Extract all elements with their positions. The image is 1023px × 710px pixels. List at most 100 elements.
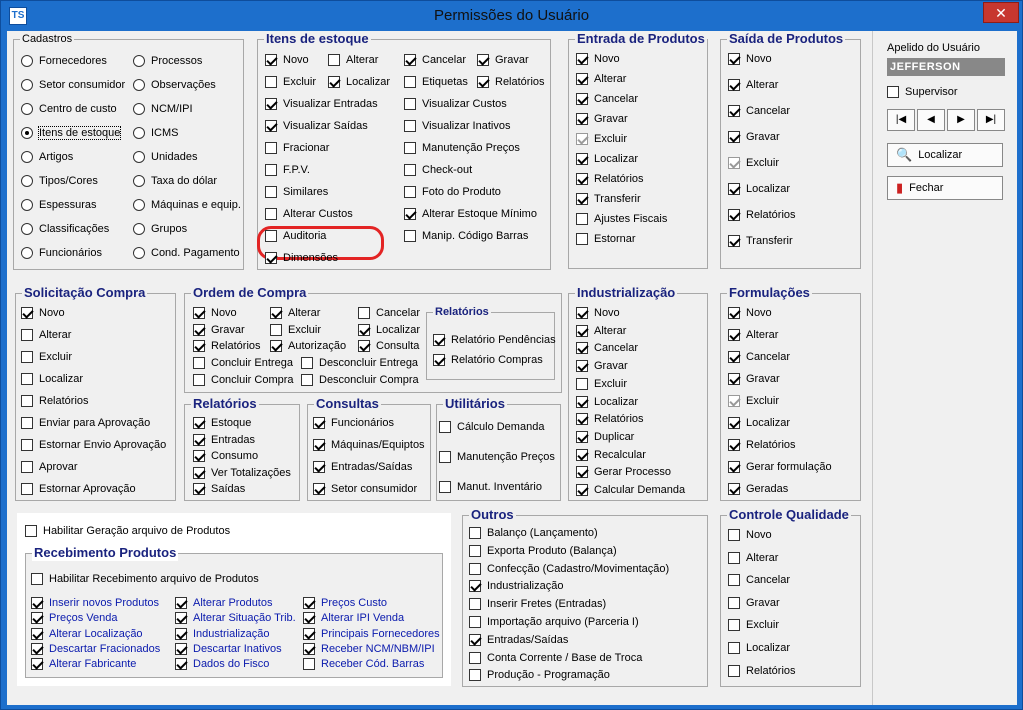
controle-qualidade-option[interactable]: Cancelar (728, 572, 790, 588)
checkbox[interactable] (728, 307, 740, 319)
checkbox[interactable] (21, 395, 33, 407)
radio-button[interactable] (133, 55, 145, 67)
checkbox[interactable] (358, 323, 370, 336)
checkbox[interactable] (576, 360, 588, 373)
close-button[interactable]: ✕ (983, 2, 1019, 23)
checkbox[interactable] (576, 233, 588, 245)
checkbox[interactable] (193, 466, 205, 479)
checkbox[interactable] (404, 208, 416, 220)
checkbox[interactable] (728, 395, 740, 407)
checkbox[interactable] (21, 373, 33, 385)
entrada-option[interactable]: Localizar (576, 151, 638, 167)
radio-button[interactable] (21, 127, 33, 139)
industrializacao-option[interactable]: Duplicar (576, 429, 634, 445)
consultas-option[interactable]: Funcionários (313, 415, 394, 431)
checkbox[interactable] (193, 433, 205, 446)
radio-button[interactable] (133, 103, 145, 115)
checkbox[interactable] (439, 481, 451, 493)
solicitacao-option[interactable]: Excluir (21, 349, 72, 365)
checkbox[interactable] (265, 164, 277, 176)
controle-qualidade-option[interactable]: Excluir (728, 617, 779, 633)
checkbox[interactable] (469, 562, 481, 575)
cadastros-option[interactable]: Processos (133, 53, 202, 69)
checkbox[interactable] (576, 413, 588, 426)
checkbox[interactable] (25, 525, 37, 537)
cadastros-option[interactable]: Classificações (21, 221, 109, 237)
checkbox[interactable] (887, 86, 899, 98)
industrializacao-option[interactable]: Cancelar (576, 340, 638, 356)
checkbox[interactable] (728, 642, 740, 654)
formulacoes-option[interactable]: Alterar (728, 327, 778, 343)
checkbox[interactable] (265, 208, 277, 220)
checkbox[interactable] (193, 417, 205, 429)
industrializacao-option[interactable]: Novo (576, 305, 620, 321)
itens-estoque-option[interactable]: Alterar Custos (265, 206, 353, 222)
entrada-option[interactable]: Novo (576, 51, 620, 67)
checkbox[interactable] (576, 395, 588, 408)
checkbox[interactable] (358, 307, 370, 319)
checkbox[interactable] (728, 105, 740, 117)
habilitar-recebimento-checkbox[interactable]: Habilitar Recebimento arquivo de Produto… (31, 571, 259, 587)
checkbox[interactable] (477, 76, 489, 88)
checkbox[interactable] (21, 329, 33, 341)
radio-button[interactable] (21, 247, 33, 259)
relatorios-option[interactable]: Consumo (193, 448, 258, 464)
ordem-compra-option[interactable]: Consulta (358, 338, 419, 354)
checkbox[interactable] (576, 342, 588, 355)
checkbox[interactable] (303, 658, 315, 671)
radio-button[interactable] (133, 247, 145, 259)
ordem-compra-option[interactable]: Autorização (270, 338, 346, 354)
controle-qualidade-option[interactable]: Gravar (728, 595, 780, 611)
solicitacao-option[interactable]: Localizar (21, 371, 83, 387)
checkbox[interactable] (265, 230, 277, 242)
ordem-compra-option[interactable]: Excluir (270, 322, 321, 338)
formulacoes-option[interactable]: Geradas (728, 481, 788, 497)
checkbox[interactable] (576, 133, 588, 145)
cadastros-option[interactable]: Itens de estoque (21, 125, 122, 141)
recebimento-option[interactable]: Descartar Fracionados (31, 641, 160, 657)
solicitacao-option[interactable]: Alterar (21, 327, 71, 343)
checkbox[interactable] (21, 439, 33, 451)
cadastros-option[interactable]: Artigos (21, 149, 73, 165)
itens-estoque-option[interactable]: Visualizar Saídas (265, 118, 368, 134)
checkbox[interactable] (728, 79, 740, 91)
formulacoes-option[interactable]: Localizar (728, 415, 790, 431)
checkbox[interactable] (193, 307, 205, 319)
checkbox[interactable] (728, 574, 740, 587)
industrializacao-option[interactable]: Calcular Demanda (576, 482, 685, 498)
solicitacao-option[interactable]: Estornar Envio Aprovação (21, 437, 166, 453)
itens-estoque-option[interactable]: Alterar (328, 52, 378, 68)
utilitarios-option[interactable]: Manutenção Preços (439, 449, 555, 465)
checkbox[interactable] (469, 544, 481, 557)
recebimento-option[interactable]: Alterar Produtos (175, 595, 272, 611)
outros-option[interactable]: Confecção (Cadastro/Movimentação) (469, 561, 669, 577)
consultas-option[interactable]: Máquinas/Equiptos (313, 437, 425, 453)
checkbox[interactable] (728, 329, 740, 341)
previous-record-button[interactable]: ◀ (917, 109, 945, 131)
itens-estoque-option[interactable]: Excluir (265, 74, 316, 90)
checkbox[interactable] (728, 183, 740, 195)
checkbox[interactable] (175, 658, 187, 671)
checkbox[interactable] (576, 173, 588, 185)
recebimento-option[interactable]: Preços Custo (303, 595, 387, 611)
solicitacao-option[interactable]: Estornar Aprovação (21, 481, 136, 497)
controle-qualidade-option[interactable]: Localizar (728, 640, 790, 656)
checkbox[interactable] (31, 627, 43, 640)
checkbox[interactable] (193, 483, 205, 495)
entrada-option[interactable]: Transferir (576, 191, 641, 207)
ordem-relatorio-option[interactable]: Relatório Compras (433, 352, 543, 368)
ordem-compra-option[interactable]: Localizar (358, 322, 420, 338)
recebimento-option[interactable]: Industrialização (175, 626, 269, 642)
checkbox[interactable] (576, 307, 588, 319)
last-record-button[interactable]: ▶| (977, 109, 1005, 131)
checkbox[interactable] (313, 483, 325, 495)
saida-option[interactable]: Excluir (728, 155, 779, 171)
itens-estoque-option[interactable]: Foto do Produto (404, 184, 501, 200)
checkbox[interactable] (193, 340, 205, 352)
ordem-compra-option[interactable]: Novo (193, 305, 237, 321)
checkbox[interactable] (265, 142, 277, 154)
recebimento-option[interactable]: Alterar Situação Trib. (175, 610, 296, 626)
itens-estoque-option[interactable]: Localizar (328, 74, 390, 90)
checkbox[interactable] (576, 93, 588, 105)
solicitacao-option[interactable]: Aprovar (21, 459, 78, 475)
